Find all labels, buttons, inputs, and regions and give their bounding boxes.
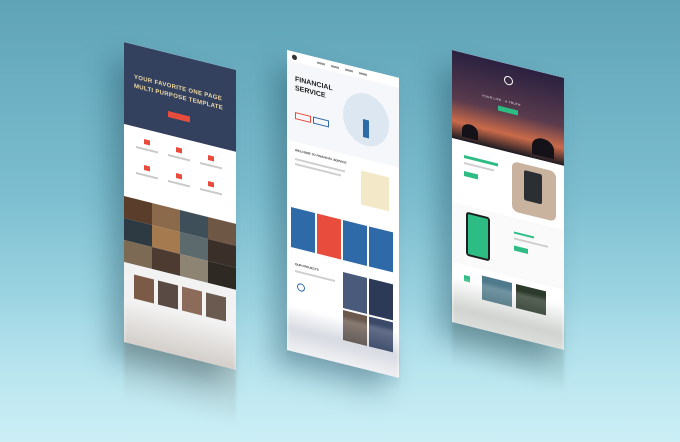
welcome-illustration [361,170,389,212]
feature-text [168,153,190,162]
service-box [369,226,393,273]
feature-text [136,145,158,154]
tree-silhouette [462,122,478,141]
nav-link[interactable] [317,61,325,66]
avatar [182,286,202,316]
service-box [317,213,341,260]
project-photo [369,278,393,321]
feature-text [136,171,158,180]
play-icon[interactable] [297,282,305,293]
nav-link[interactable] [359,71,367,76]
hero-button[interactable] [313,116,329,128]
feature-button[interactable] [514,245,528,254]
nav-link[interactable] [345,68,353,73]
right-logo-icon [504,74,513,87]
feature-text [200,161,222,170]
feature-text [168,179,190,188]
feature-icon [176,172,182,180]
hero-button[interactable] [295,111,311,123]
logo-icon [292,54,297,61]
feature-text [200,187,222,196]
feature-icon [208,154,214,162]
hero-illustration-figure [363,118,369,139]
projects-text [295,269,335,282]
project-photo [343,271,367,314]
right-hero-button[interactable] [498,105,518,116]
phone-mockup [466,211,490,262]
avatar [206,292,226,322]
phone-screen [524,169,542,205]
feature-icon [176,146,182,154]
service-box [343,219,367,266]
feature-icon [208,180,214,188]
right-hero-tagline: YOUR LIFE · A TRUTH [482,93,521,108]
avatar [134,274,154,304]
tree-silhouette [532,135,554,160]
avatar [158,280,178,310]
feature-icon [144,164,150,172]
feature-icon [144,138,150,146]
left-hero-button[interactable] [168,110,190,123]
promo-button[interactable] [464,170,478,180]
nav-link[interactable] [331,64,339,69]
service-box [291,206,315,253]
